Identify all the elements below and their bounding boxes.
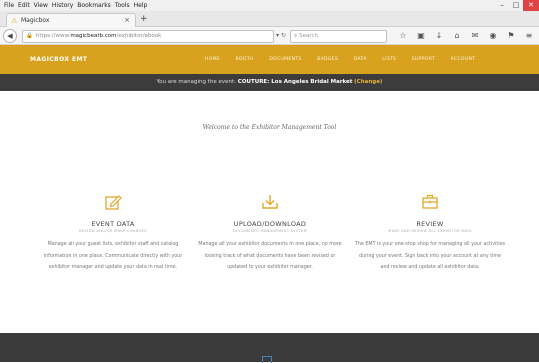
maximize-button[interactable]: □ bbox=[509, 0, 523, 11]
back-button[interactable]: ◀ bbox=[3, 29, 17, 43]
mail-icon[interactable]: ✉ bbox=[466, 30, 484, 41]
reading-list-icon[interactable]: ▣ bbox=[412, 30, 430, 41]
pencil-square-icon[interactable] bbox=[103, 192, 123, 212]
tab-bar: ⚠ Magicbox × + bbox=[0, 11, 539, 27]
menu-view[interactable]: View bbox=[34, 0, 48, 11]
feature-subtitle: DOCUMENTS MANAGEMENT SYSTEM bbox=[233, 229, 307, 233]
briefcase-icon[interactable] bbox=[420, 192, 440, 212]
url-path: /exhibitor/ebook bbox=[116, 33, 162, 39]
tab-close-icon[interactable]: × bbox=[124, 14, 130, 27]
url-prefix: https://www. bbox=[35, 33, 71, 39]
feature-title: UPLOAD/DOWNLOAD bbox=[233, 220, 307, 228]
feature-title: EVENT DATA bbox=[91, 220, 135, 228]
search-input[interactable]: ⌕ Search bbox=[290, 30, 387, 43]
nav-documents[interactable]: DOCUMENTS bbox=[269, 45, 301, 74]
nav-home[interactable]: HOME bbox=[205, 45, 220, 74]
nav-data[interactable]: DATA bbox=[354, 45, 367, 74]
hamburger-menu-icon[interactable]: ≡ bbox=[520, 30, 538, 41]
minimize-button[interactable]: – bbox=[495, 0, 509, 11]
extension-icon[interactable]: ⚑ bbox=[502, 30, 520, 41]
nav-lists[interactable]: LISTS bbox=[382, 45, 396, 74]
navigation-bar: ◀ 🔒 https://www.magicbeatb.com/exhibitor/… bbox=[0, 27, 539, 45]
menu-history[interactable]: History bbox=[52, 0, 73, 11]
welcome-heading: Welcome to the Exhibitor Management Tool bbox=[202, 124, 337, 131]
site-footer bbox=[0, 333, 539, 363]
feature-title: REVIEW bbox=[416, 220, 444, 228]
nav-support[interactable]: SUPPORT bbox=[412, 45, 435, 74]
site-nav: HOME BOOTH DOCUMENTS BADGES DATA LISTS S… bbox=[205, 45, 491, 74]
pocket-icon[interactable]: ◉ bbox=[484, 30, 502, 41]
bookmark-star-icon[interactable]: ☆ bbox=[394, 30, 412, 41]
tab-title: Magicbox bbox=[21, 17, 50, 24]
feature-description: The EMT is your one-stop shop for managi… bbox=[354, 242, 506, 270]
event-prefix: You are managing the event: bbox=[156, 79, 237, 85]
menu-tools[interactable]: Tools bbox=[115, 0, 130, 11]
new-tab-button[interactable]: + bbox=[140, 13, 148, 26]
nav-booth[interactable]: BOOTH bbox=[236, 45, 254, 74]
site-header: MAGICBOX EMT HOME BOOTH DOCUMENTS BADGES… bbox=[0, 45, 539, 74]
feature-review: REVIEW MAKE AND REVIEW ALL EXHIBITOR DAT… bbox=[350, 192, 510, 274]
reload-icon[interactable]: ▾ ↻ bbox=[276, 30, 286, 41]
menu-help[interactable]: Help bbox=[134, 0, 148, 11]
browser-menubar: File Edit View History Bookmarks Tools H… bbox=[0, 0, 539, 11]
close-window-button[interactable]: ✕ bbox=[523, 0, 539, 11]
nav-account[interactable]: ACCOUNT bbox=[450, 45, 475, 74]
search-placeholder: Search bbox=[299, 33, 318, 39]
feature-description: Manage all your guest lists, exhibitor s… bbox=[43, 242, 183, 270]
window-controls: – □ ✕ bbox=[495, 0, 539, 11]
event-name: COUTURE: Los Angeles Bridal Market bbox=[237, 79, 353, 85]
event-banner: You are managing the event: COUTURE: Los… bbox=[0, 74, 539, 91]
menu-bookmarks[interactable]: Bookmarks bbox=[77, 0, 111, 11]
back-arrow-icon: ◀ bbox=[7, 32, 13, 40]
site-logo[interactable]: MAGICBOX EMT bbox=[30, 45, 87, 74]
nav-badges[interactable]: BADGES bbox=[317, 45, 338, 74]
feature-subtitle: MAKE AND REVIEW ALL EXHIBITOR DATA bbox=[388, 229, 472, 233]
downloads-icon[interactable]: ↓ bbox=[430, 30, 448, 41]
feature-event-data: EVENT DATA REVIEW AND/OR MAKE CHANGES Ma… bbox=[33, 192, 193, 274]
feature-description: Manage all your exhibitor documents in o… bbox=[198, 242, 342, 270]
url-bar[interactable]: 🔒 https://www.magicbeatb.com/exhibitor/eb… bbox=[22, 30, 274, 43]
change-event-link[interactable]: (Change) bbox=[354, 79, 382, 85]
url-host: magicbeatb.com bbox=[70, 33, 117, 39]
browser-toolbar: ☆ ▣ ↓ ⌂ ✉ ◉ ⚑ ≡ bbox=[394, 30, 538, 41]
feature-upload-download: UPLOAD/DOWNLOAD DOCUMENTS MANAGEMENT SYS… bbox=[190, 192, 350, 274]
feature-subtitle: REVIEW AND/OR MAKE CHANGES bbox=[79, 229, 147, 233]
menu-file[interactable]: File bbox=[4, 0, 14, 11]
menu-edit[interactable]: Edit bbox=[18, 0, 30, 11]
download-icon[interactable] bbox=[260, 192, 280, 212]
lock-icon: 🔒 bbox=[26, 33, 33, 39]
home-icon[interactable]: ⌂ bbox=[448, 30, 466, 41]
browser-tab[interactable]: ⚠ Magicbox × bbox=[6, 13, 136, 27]
search-icon: ⌕ bbox=[294, 33, 298, 39]
